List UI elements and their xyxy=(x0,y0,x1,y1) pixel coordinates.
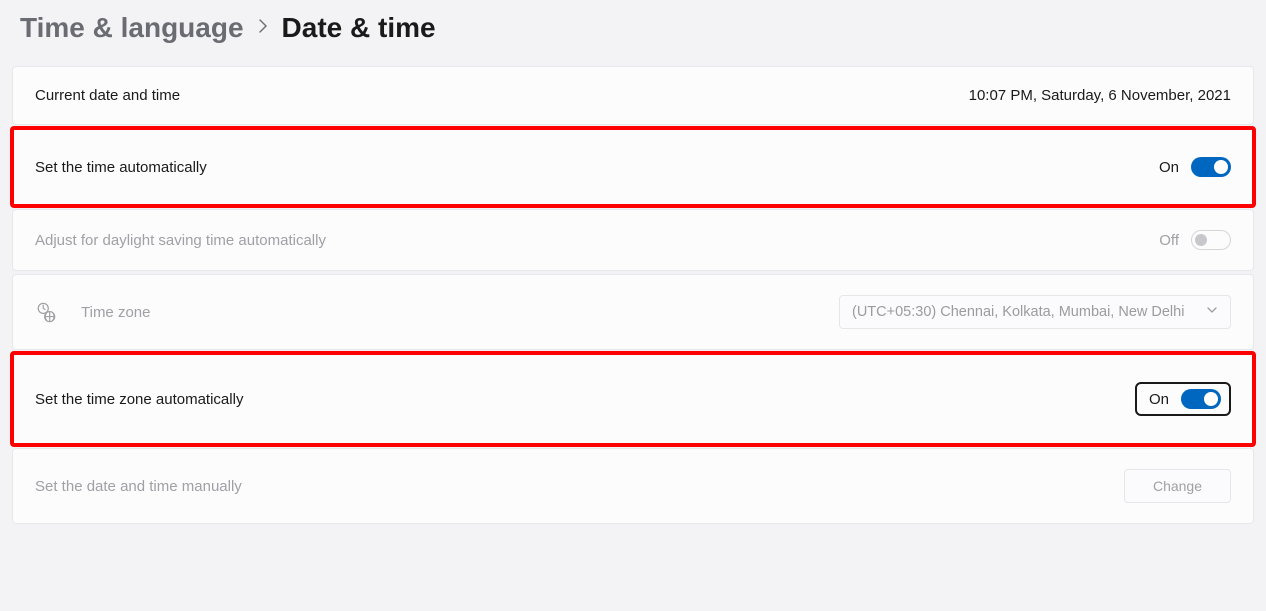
label-set-manually: Set the date and time manually xyxy=(35,478,242,495)
label-set-time-automatically: Set the time automatically xyxy=(35,159,207,176)
globe-clock-icon xyxy=(35,301,57,323)
toggle-state-set-time-automatically: On xyxy=(1159,159,1179,176)
label-adjust-dst: Adjust for daylight saving time automati… xyxy=(35,232,326,249)
breadcrumb-parent[interactable]: Time & language xyxy=(20,12,244,44)
page-title: Date & time xyxy=(282,12,436,44)
row-time-zone: Time zone (UTC+05:30) Chennai, Kolkata, … xyxy=(12,274,1254,350)
row-set-manually: Set the date and time manually Change xyxy=(12,448,1254,524)
value-current-datetime: 10:07 PM, Saturday, 6 November, 2021 xyxy=(969,87,1231,104)
label-time-zone: Time zone xyxy=(81,304,150,321)
change-button: Change xyxy=(1124,469,1231,503)
toggle-set-timezone-automatically[interactable] xyxy=(1181,389,1221,409)
focus-ring: On xyxy=(1135,382,1231,416)
dropdown-time-zone: (UTC+05:30) Chennai, Kolkata, Mumbai, Ne… xyxy=(839,295,1231,329)
row-set-time-automatically: Set the time automatically On xyxy=(12,128,1254,206)
chevron-right-icon xyxy=(258,19,268,38)
chevron-down-icon xyxy=(1206,304,1218,320)
breadcrumb: Time & language Date & time xyxy=(12,0,1254,66)
row-set-timezone-automatically: Set the time zone automatically On xyxy=(12,353,1254,445)
toggle-state-set-timezone-automatically: On xyxy=(1149,391,1169,408)
toggle-adjust-dst xyxy=(1191,230,1231,250)
row-adjust-dst: Adjust for daylight saving time automati… xyxy=(12,209,1254,271)
label-current-datetime: Current date and time xyxy=(35,87,180,104)
label-set-timezone-automatically: Set the time zone automatically xyxy=(35,391,243,408)
dropdown-time-zone-selected: (UTC+05:30) Chennai, Kolkata, Mumbai, Ne… xyxy=(852,304,1184,320)
row-current-datetime: Current date and time 10:07 PM, Saturday… xyxy=(12,66,1254,125)
toggle-state-adjust-dst: Off xyxy=(1159,232,1179,249)
toggle-set-time-automatically[interactable] xyxy=(1191,157,1231,177)
